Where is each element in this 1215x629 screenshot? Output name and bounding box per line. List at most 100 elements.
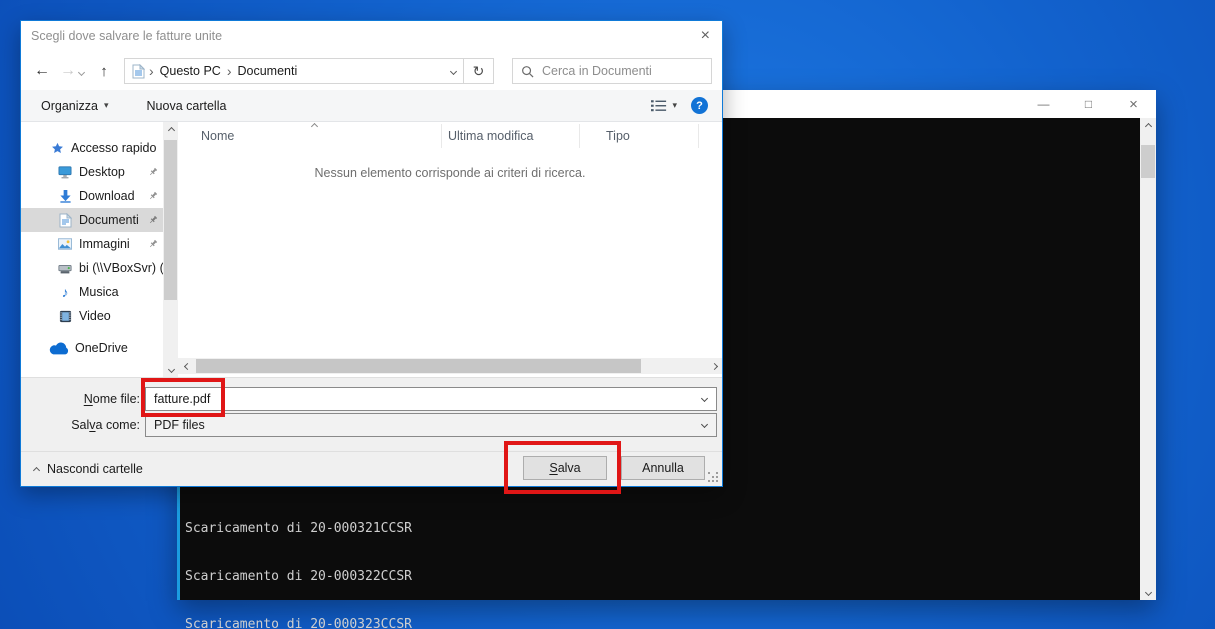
search-input[interactable] bbox=[542, 64, 703, 78]
maximize-icon: □ bbox=[1085, 98, 1092, 110]
cancel-button[interactable]: Annulla bbox=[621, 456, 705, 480]
sidebar-label: Download bbox=[79, 189, 135, 203]
maximize-button[interactable]: □ bbox=[1066, 90, 1111, 118]
address-bar[interactable]: › Questo PC › Documenti bbox=[124, 58, 464, 84]
scroll-down-icon[interactable] bbox=[1140, 584, 1156, 600]
chevron-down-icon: ▾ bbox=[104, 100, 109, 111]
pin-icon bbox=[148, 167, 158, 177]
sidebar-label: Video bbox=[79, 309, 111, 323]
history-dropdown-icon[interactable] bbox=[78, 68, 85, 75]
column-divider[interactable] bbox=[441, 124, 442, 148]
scrollbar-thumb[interactable] bbox=[1141, 145, 1155, 178]
file-list: Nome Ultima modifica Tipo Nessun element… bbox=[178, 122, 722, 377]
column-header-ultima-modifica[interactable]: Ultima modifica bbox=[448, 122, 533, 150]
search-icon bbox=[521, 65, 534, 78]
dialog-close-button[interactable]: × bbox=[701, 27, 710, 45]
hide-folders-label: Nascondi cartelle bbox=[47, 462, 143, 476]
console-line: Scaricamento di 20-000322CCSR bbox=[185, 569, 412, 585]
hide-folders-button[interactable]: Nascondi cartelle bbox=[34, 462, 143, 476]
help-button[interactable]: ? bbox=[691, 97, 708, 114]
resize-grip-icon[interactable] bbox=[708, 472, 719, 483]
scrollbar-thumb[interactable] bbox=[164, 140, 177, 300]
console-log: Scaricamento di 20-000321CCSR Scaricamen… bbox=[185, 489, 412, 629]
new-folder-button[interactable]: Nuova cartella bbox=[147, 99, 227, 113]
sidebar-item-immagini[interactable]: Immagini bbox=[21, 232, 163, 256]
sidebar-item-desktop[interactable]: Desktop bbox=[21, 160, 163, 184]
chevron-down-icon[interactable] bbox=[701, 395, 708, 402]
desktop-icon bbox=[57, 166, 73, 179]
sidebar-item-download[interactable]: Download bbox=[21, 184, 163, 208]
chevron-down-icon[interactable] bbox=[701, 421, 708, 428]
horizontal-scrollbar[interactable] bbox=[178, 358, 722, 374]
filetype-label-rest: a come: bbox=[96, 418, 140, 432]
sidebar-item-video[interactable]: Video bbox=[21, 304, 163, 328]
scrollbar-thumb[interactable] bbox=[196, 359, 641, 373]
console-scrollbar[interactable] bbox=[1140, 118, 1156, 600]
sidebar-label: bi (\\VBoxSvr) (Z bbox=[79, 261, 163, 275]
scroll-up-icon[interactable] bbox=[163, 122, 179, 138]
filetype-combobox[interactable]: PDF files bbox=[145, 413, 717, 437]
breadcrumb-questo-pc[interactable]: Questo PC bbox=[160, 64, 221, 78]
column-header-tipo[interactable]: Tipo bbox=[606, 122, 630, 150]
sidebar-item-documenti[interactable]: Documenti bbox=[21, 208, 163, 232]
minimize-button[interactable]: — bbox=[1021, 90, 1066, 118]
dialog-title: Scegli dove salvare le fatture unite bbox=[31, 21, 222, 52]
sidebar-item-onedrive[interactable]: OneDrive bbox=[21, 336, 163, 360]
scroll-right-icon[interactable] bbox=[706, 358, 722, 374]
download-icon bbox=[57, 189, 73, 203]
pin-icon bbox=[148, 191, 158, 201]
scroll-down-icon[interactable] bbox=[163, 361, 179, 377]
annotation-box-save bbox=[504, 441, 621, 494]
network-drive-icon bbox=[57, 262, 73, 275]
console-line: Scaricamento di 20-000323CCSR bbox=[185, 617, 412, 629]
chevron-down-icon: ▾ bbox=[672, 100, 677, 111]
filename-label-accel: N bbox=[84, 392, 93, 406]
view-options-button[interactable]: ▾ bbox=[651, 100, 677, 112]
refresh-button[interactable]: ↻ bbox=[464, 58, 494, 84]
dialog-titlebar[interactable]: Scegli dove salvare le fatture unite × bbox=[21, 21, 722, 52]
search-box[interactable] bbox=[512, 58, 712, 84]
sidebar-label: OneDrive bbox=[75, 341, 128, 355]
sidebar-label: Desktop bbox=[79, 165, 125, 179]
breadcrumb-separator-icon: › bbox=[149, 64, 154, 78]
close-button[interactable]: × bbox=[1111, 90, 1156, 118]
navigation-pane: Accesso rapido Desktop Download bbox=[21, 122, 163, 377]
scroll-up-icon[interactable] bbox=[1140, 118, 1156, 134]
folder-location-icon bbox=[132, 64, 145, 79]
sidebar-item-network-drive[interactable]: bi (\\VBoxSvr) (Z bbox=[21, 256, 163, 280]
pin-icon bbox=[148, 215, 158, 225]
forward-button[interactable]: → bbox=[57, 63, 79, 79]
sidebar-item-accesso-rapido[interactable]: Accesso rapido bbox=[21, 136, 163, 160]
filetype-value[interactable]: PDF files bbox=[154, 418, 205, 432]
sort-ascending-icon bbox=[311, 123, 318, 130]
sidebar-item-musica[interactable]: ♪ Musica bbox=[21, 280, 163, 304]
music-note-icon: ♪ bbox=[57, 285, 73, 299]
filetype-label: Salva come: bbox=[21, 413, 140, 437]
navigation-bar: ← → ↑ › Questo PC › Documenti ↻ bbox=[21, 52, 722, 90]
sidebar-label: Immagini bbox=[79, 237, 130, 251]
save-dialog: Scegli dove salvare le fatture unite × ←… bbox=[20, 20, 723, 487]
organize-button[interactable]: Organizza ▾ bbox=[41, 99, 109, 113]
column-divider[interactable] bbox=[579, 124, 580, 148]
column-divider[interactable] bbox=[698, 124, 699, 148]
sidebar-label: Accesso rapido bbox=[71, 141, 156, 155]
document-icon bbox=[57, 213, 73, 228]
pictures-icon bbox=[57, 238, 73, 250]
filename-label: Nome file: bbox=[21, 387, 140, 411]
column-header-nome[interactable]: Nome bbox=[201, 122, 234, 150]
breadcrumb-separator-icon: › bbox=[227, 64, 232, 78]
breadcrumb-documenti[interactable]: Documenti bbox=[237, 64, 297, 78]
sidebar-scrollbar[interactable] bbox=[163, 122, 178, 377]
close-icon: × bbox=[1129, 97, 1138, 112]
console-line: Scaricamento di 20-000321CCSR bbox=[185, 521, 412, 537]
refresh-icon: ↻ bbox=[473, 63, 485, 80]
help-icon: ? bbox=[696, 100, 703, 112]
back-button[interactable]: ← bbox=[31, 63, 53, 79]
filename-combobox[interactable]: fatture.pdf bbox=[145, 387, 717, 411]
scroll-left-icon[interactable] bbox=[179, 358, 195, 374]
minimize-icon: — bbox=[1038, 98, 1050, 110]
address-dropdown-icon[interactable] bbox=[450, 67, 457, 74]
up-button[interactable]: ↑ bbox=[94, 64, 114, 79]
sidebar-label: Musica bbox=[79, 285, 119, 299]
video-icon bbox=[57, 310, 73, 323]
